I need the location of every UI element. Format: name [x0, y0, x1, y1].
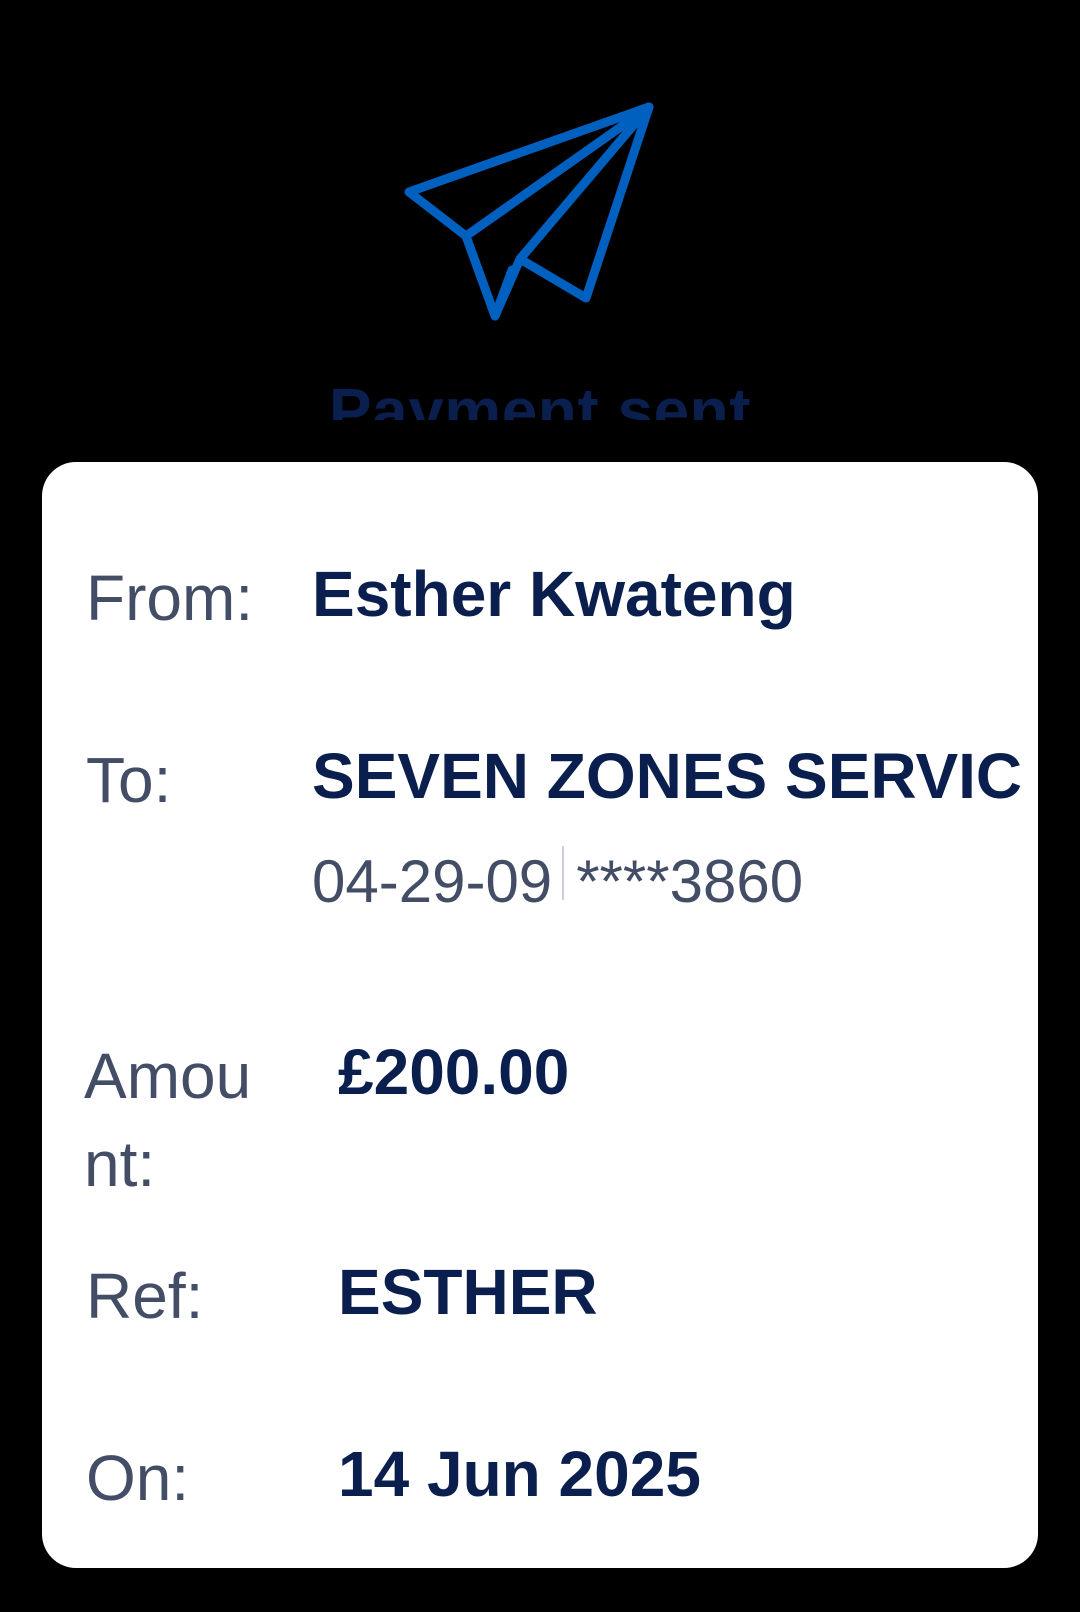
page-title-clip: Payment sent — [0, 360, 1080, 420]
ref-label: Ref: — [86, 1260, 204, 1332]
on-value: 14 Jun 2025 — [338, 1438, 701, 1510]
amount-label: Amount: — [84, 1040, 252, 1200]
to-value: SEVEN ZONES SERVIC — [312, 740, 1023, 812]
page-title: Payment sent — [328, 375, 752, 420]
payment-details-card: From: Esther Kwateng To: SEVEN ZONES SER… — [42, 462, 1038, 1568]
from-label: From: — [86, 562, 254, 634]
on-label: On: — [86, 1442, 190, 1514]
paper-plane-icon — [404, 102, 654, 321]
confirmation-header: Payment sent — [0, 0, 1080, 420]
sort-code: 04-29-09 — [312, 848, 553, 915]
account-number: ****3860 — [576, 848, 804, 915]
from-value: Esther Kwateng — [312, 558, 796, 630]
ref-value: ESTHER — [338, 1256, 598, 1328]
divider — [562, 846, 565, 900]
amount-value: £200.00 — [338, 1036, 570, 1108]
account-details: 04-29-09 ****3860 — [312, 842, 803, 922]
to-label: To: — [86, 744, 172, 816]
